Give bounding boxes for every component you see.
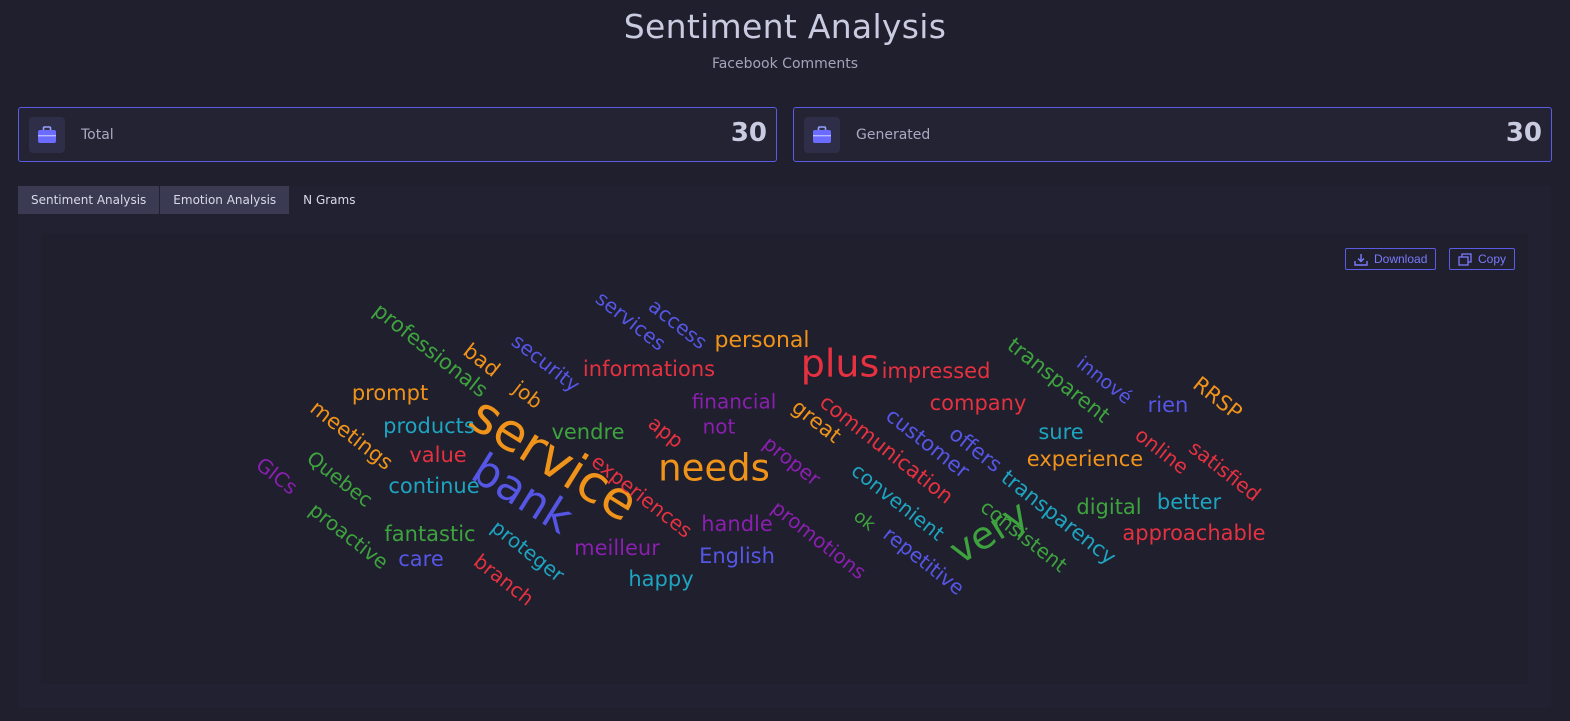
tab-sentiment-analysis[interactable]: Sentiment Analysis bbox=[18, 186, 160, 214]
download-label: Download bbox=[1374, 252, 1428, 266]
briefcase-icon bbox=[804, 116, 840, 153]
copy-button[interactable]: Copy bbox=[1449, 248, 1516, 270]
total-label: Total bbox=[81, 126, 114, 143]
briefcase-icon bbox=[29, 116, 65, 153]
copy-icon bbox=[1458, 252, 1472, 266]
copy-label: Copy bbox=[1478, 252, 1507, 266]
download-button[interactable]: Download bbox=[1345, 248, 1437, 270]
page-header: Sentiment Analysis Facebook Comments bbox=[0, 0, 1570, 72]
page-title: Sentiment Analysis bbox=[623, 7, 947, 46]
stats-cards: Total 30 Generated 30 bbox=[18, 107, 1552, 162]
tab-emotion-analysis[interactable]: Emotion Analysis bbox=[160, 186, 290, 214]
tab-n-grams[interactable]: N Grams bbox=[290, 186, 368, 214]
tab-bar: Sentiment Analysis Emotion Analysis N Gr… bbox=[18, 186, 369, 214]
total-value: 30 bbox=[730, 118, 767, 148]
wordcloud-area: Download Copy bbox=[41, 233, 1528, 684]
generated-label: Generated bbox=[856, 126, 931, 143]
page-subtitle: Facebook Comments bbox=[711, 56, 859, 72]
total-card: Total 30 bbox=[18, 107, 777, 162]
generated-card: Generated 30 bbox=[793, 107, 1552, 162]
analysis-panel: Sentiment Analysis Emotion Analysis N Gr… bbox=[18, 186, 1551, 708]
download-icon bbox=[1354, 253, 1368, 266]
generated-value: 30 bbox=[1505, 118, 1542, 148]
